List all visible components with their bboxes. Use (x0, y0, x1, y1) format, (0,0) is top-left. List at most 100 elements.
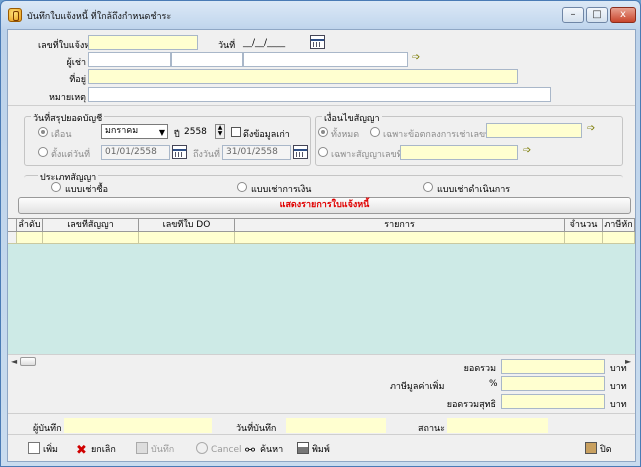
col-contract-no[interactable]: เลขที่สัญญา (43, 219, 139, 232)
col-seq[interactable]: ลำดับ (17, 219, 43, 232)
form-area: เลขที่ใบแจ้งหนี้ วันที่ __/__/____ ผู้เช… (7, 29, 636, 462)
type-operating-lease-radio[interactable] (423, 182, 433, 192)
cancel-label: Cancel (211, 445, 242, 455)
vat-percent: % (489, 379, 498, 389)
show-invoices-button[interactable]: แสดงรายการใบแจ้งหนี้ (18, 197, 631, 214)
vat-unit: บาท (610, 382, 627, 392)
net-total-input[interactable] (501, 394, 605, 409)
chevron-down-icon: ▼ (158, 128, 165, 137)
to-date-input[interactable]: 31/01/2558 (222, 145, 291, 160)
vat-input[interactable] (501, 376, 605, 391)
month-select-value: มกราคม (105, 126, 139, 136)
col-item[interactable]: รายการ (235, 219, 565, 232)
save-icon (136, 442, 148, 454)
from-date-input[interactable]: 01/01/2558 (101, 145, 170, 160)
by-contract-radio[interactable] (318, 147, 328, 157)
table-cell[interactable] (17, 232, 43, 244)
close-button[interactable]: ปิด (585, 442, 612, 458)
invoice-no-input[interactable] (88, 35, 198, 50)
title-bar: บันทึกใบแจ้งหนี้ ที่ใกล้ถึงกำหนดชำระ – □… (1, 1, 640, 29)
all-contracts-label: ทั้งหมด (331, 130, 360, 140)
grid-row-header (8, 219, 17, 232)
close-label: ปิด (600, 445, 612, 455)
contract-type-group: ประเภทสัญญา (24, 170, 623, 195)
total-input[interactable] (501, 359, 605, 374)
month-radio-label: เดือน (51, 130, 72, 140)
app-icon (8, 8, 22, 22)
all-contracts-radio[interactable] (318, 127, 328, 137)
document-icon (28, 442, 40, 454)
scroll-thumb[interactable] (20, 357, 36, 366)
table-cell[interactable] (139, 232, 235, 244)
vat-label: ภาษีมูลค่าเพิ่ม (390, 382, 445, 392)
by-agreement-radio[interactable] (370, 127, 380, 137)
contract-no-input[interactable] (400, 145, 518, 160)
table-cell[interactable] (235, 232, 565, 244)
cancel-document-label: ยกเลิก (91, 445, 116, 455)
row-header-cell (8, 232, 17, 244)
net-total-label: ยอดรวมสุทธิ (446, 400, 496, 410)
contract-lookup-arrow-icon[interactable]: ➩ (523, 145, 531, 156)
search-label: ค้นหา (260, 445, 284, 455)
col-amount[interactable]: จำนวน (565, 219, 603, 232)
recorder-field (64, 418, 212, 433)
scroll-left-icon[interactable]: ◄ (11, 357, 17, 366)
type-finance-lease-label: แบบเช่าการเงิน (251, 185, 312, 195)
maximize-button[interactable]: □ (586, 7, 608, 23)
tenant-detail-input[interactable] (243, 52, 408, 67)
date-label: วันที่ (218, 41, 236, 51)
month-radio[interactable] (38, 127, 48, 137)
invoice-no-label: เลขที่ใบแจ้งหนี้ (38, 41, 97, 51)
to-date-label: ถึงวันที่ (193, 150, 220, 160)
save-label: บันทึก (151, 445, 175, 455)
search-button[interactable]: ⚯ ค้นหา (245, 442, 283, 458)
divider (8, 434, 635, 435)
status-field (447, 418, 548, 433)
add-label: เพิ่ม (43, 445, 58, 455)
lookup-arrow-icon[interactable]: ➩ (412, 52, 420, 63)
tenant-name-input[interactable] (171, 52, 243, 67)
remark-label: หมายเหตุ (48, 93, 86, 103)
type-finance-lease-radio[interactable] (237, 182, 247, 192)
remark-input[interactable] (88, 87, 551, 102)
address-label: ที่อยู่ (69, 75, 86, 85)
divider (8, 413, 635, 414)
type-hire-purchase-label: แบบเช่าซื้อ (65, 185, 108, 195)
add-button[interactable]: เพิ่ม (28, 442, 58, 458)
table-cell[interactable] (603, 232, 635, 244)
save-button[interactable]: บันทึก (136, 442, 174, 458)
by-contract-label: เฉพาะสัญญาเลขที่ (331, 150, 403, 160)
agreement-lookup-arrow-icon[interactable]: ➩ (587, 123, 595, 134)
date-input[interactable]: __/__/____ (243, 38, 285, 48)
print-label: พิมพ์ (312, 445, 330, 455)
cross-icon: ✖ (76, 443, 87, 458)
year-input[interactable]: 2558 (184, 127, 207, 137)
col-tax[interactable]: ภาษีหัก (603, 219, 635, 232)
table-cell[interactable] (565, 232, 603, 244)
from-date-radio[interactable] (38, 147, 48, 157)
agreement-no-input[interactable] (486, 123, 582, 138)
type-hire-purchase-radio[interactable] (51, 182, 61, 192)
address-input[interactable] (88, 69, 518, 84)
calendar-icon[interactable] (310, 35, 325, 49)
tenant-code-input[interactable] (88, 52, 171, 67)
invoice-grid[interactable]: ลำดับ เลขที่สัญญา เลขที่ใบ DO รายการ จำน… (8, 218, 635, 354)
cancel-document-button[interactable]: ✖ ยกเลิก (76, 442, 116, 458)
close-window-button[interactable]: x (610, 7, 636, 23)
to-date-calendar-icon[interactable] (293, 145, 308, 159)
table-cell[interactable] (43, 232, 139, 244)
pull-old-checkbox[interactable] (231, 127, 241, 137)
main-window: บันทึกใบแจ้งหนี้ ที่ใกล้ถึงกำหนดชำระ – □… (0, 0, 641, 467)
year-spinner[interactable]: ▲ ▼ (215, 124, 225, 139)
minimize-button[interactable]: – (562, 7, 584, 23)
print-button[interactable]: พิมพ์ (297, 442, 330, 458)
net-total-unit: บาท (610, 400, 627, 410)
col-do-no[interactable]: เลขที่ใบ DO (139, 219, 235, 232)
window-title: บันทึกใบแจ้งหนี้ ที่ใกล้ถึงกำหนดชำระ (27, 12, 172, 22)
binoculars-icon: ⚯ (245, 443, 256, 457)
record-date-field (286, 418, 386, 433)
month-select[interactable]: มกราคม ▼ (101, 124, 168, 139)
record-date-label: วันที่บันทึก (236, 424, 277, 434)
from-date-calendar-icon[interactable] (172, 145, 187, 159)
cancel-button[interactable]: Cancel (196, 442, 242, 458)
